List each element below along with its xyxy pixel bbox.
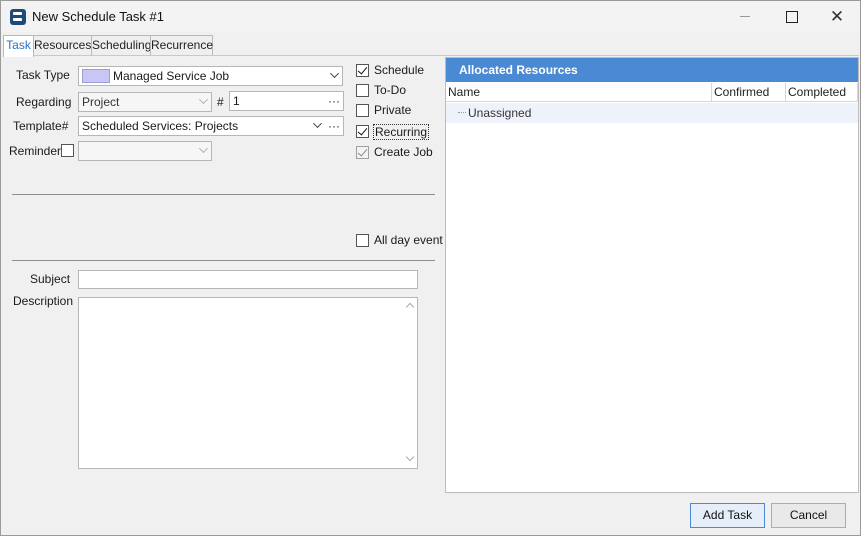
recurring-checkbox[interactable]: [356, 125, 369, 138]
resource-name: Unassigned: [468, 106, 532, 120]
section-divider: [12, 194, 435, 195]
resources-grid-header: Name Confirmed Completed: [446, 83, 858, 102]
regarding-number-value: 1: [233, 94, 240, 108]
allocated-resources-header: Allocated Resources: [446, 58, 858, 82]
schedule-checkbox[interactable]: [356, 64, 369, 77]
template-label: Template#: [13, 119, 69, 133]
maximize-button[interactable]: [768, 1, 814, 32]
create-job-checkbox[interactable]: [356, 146, 369, 159]
subject-label: Subject: [30, 272, 71, 286]
private-checkbox[interactable]: [356, 104, 369, 117]
recurring-label: Recurring: [373, 124, 430, 140]
add-task-button[interactable]: Add Task: [690, 503, 765, 528]
regarding-label: Regarding: [16, 95, 72, 109]
minimize-button[interactable]: [722, 1, 768, 32]
chevron-down-icon: [199, 144, 208, 153]
regarding-value: Project: [82, 95, 120, 109]
scroll-up-icon[interactable]: [405, 302, 415, 312]
description-label: Description: [13, 294, 74, 308]
window-title: New Schedule Task #1: [32, 9, 165, 24]
section-divider: [12, 260, 435, 261]
column-header-completed[interactable]: Completed: [786, 83, 858, 102]
task-type-dropdown[interactable]: Managed Service Job: [78, 66, 343, 86]
column-header-name[interactable]: Name: [446, 83, 712, 102]
reminder-label: Reminder: [9, 144, 62, 158]
dialog-window: New Schedule Task #1 ✕ Task Resources Sc…: [0, 0, 861, 536]
regarding-number-field[interactable]: 1 ···: [229, 91, 344, 111]
description-textarea[interactable]: [78, 297, 418, 469]
regarding-hash-label: #: [217, 95, 224, 109]
close-button[interactable]: ✕: [814, 1, 860, 32]
cancel-button[interactable]: Cancel: [771, 503, 846, 528]
tab-scheduling[interactable]: Scheduling: [91, 35, 151, 56]
all-day-event-label: All day event: [374, 233, 443, 247]
tab-task[interactable]: Task: [3, 35, 34, 57]
subject-input[interactable]: [78, 270, 418, 289]
reminder-dropdown[interactable]: [78, 141, 212, 161]
create-job-label: Create Job: [374, 145, 433, 159]
private-label: Private: [374, 103, 412, 117]
column-header-confirmed[interactable]: Confirmed: [712, 83, 786, 102]
tab-resources[interactable]: Resources: [33, 35, 92, 56]
table-row[interactable]: Unassigned: [446, 103, 858, 123]
todo-label: To-Do: [374, 83, 407, 97]
task-color-swatch: [82, 68, 110, 83]
task-type-value: Managed Service Job: [113, 69, 230, 83]
app-logo-icon: [10, 9, 26, 25]
allocated-resources-panel: Allocated Resources Name Confirmed Compl…: [445, 57, 859, 493]
chevron-down-icon: [199, 95, 208, 104]
template-dropdown[interactable]: Scheduled Services: Projects ···: [78, 116, 344, 136]
template-value: Scheduled Services: Projects: [82, 119, 239, 133]
template-ellipsis-button[interactable]: ···: [328, 117, 340, 135]
task-type-label: Task Type: [16, 68, 70, 82]
regarding-dropdown[interactable]: Project: [78, 92, 212, 112]
lookup-ellipsis-button[interactable]: ···: [328, 92, 340, 110]
tab-recurrence[interactable]: Recurrence: [150, 35, 213, 56]
todo-checkbox[interactable]: [356, 84, 369, 97]
all-day-event-checkbox[interactable]: [356, 234, 369, 247]
schedule-label: Schedule: [374, 63, 425, 77]
chevron-down-icon: [313, 119, 322, 128]
tree-connector: [458, 112, 466, 113]
reminder-checkbox[interactable]: [61, 144, 74, 157]
chevron-down-icon: [330, 69, 339, 78]
description-scrollbar[interactable]: [403, 298, 417, 468]
title-bar[interactable]: New Schedule Task #1 ✕: [1, 1, 860, 32]
scroll-down-icon[interactable]: [405, 452, 415, 462]
